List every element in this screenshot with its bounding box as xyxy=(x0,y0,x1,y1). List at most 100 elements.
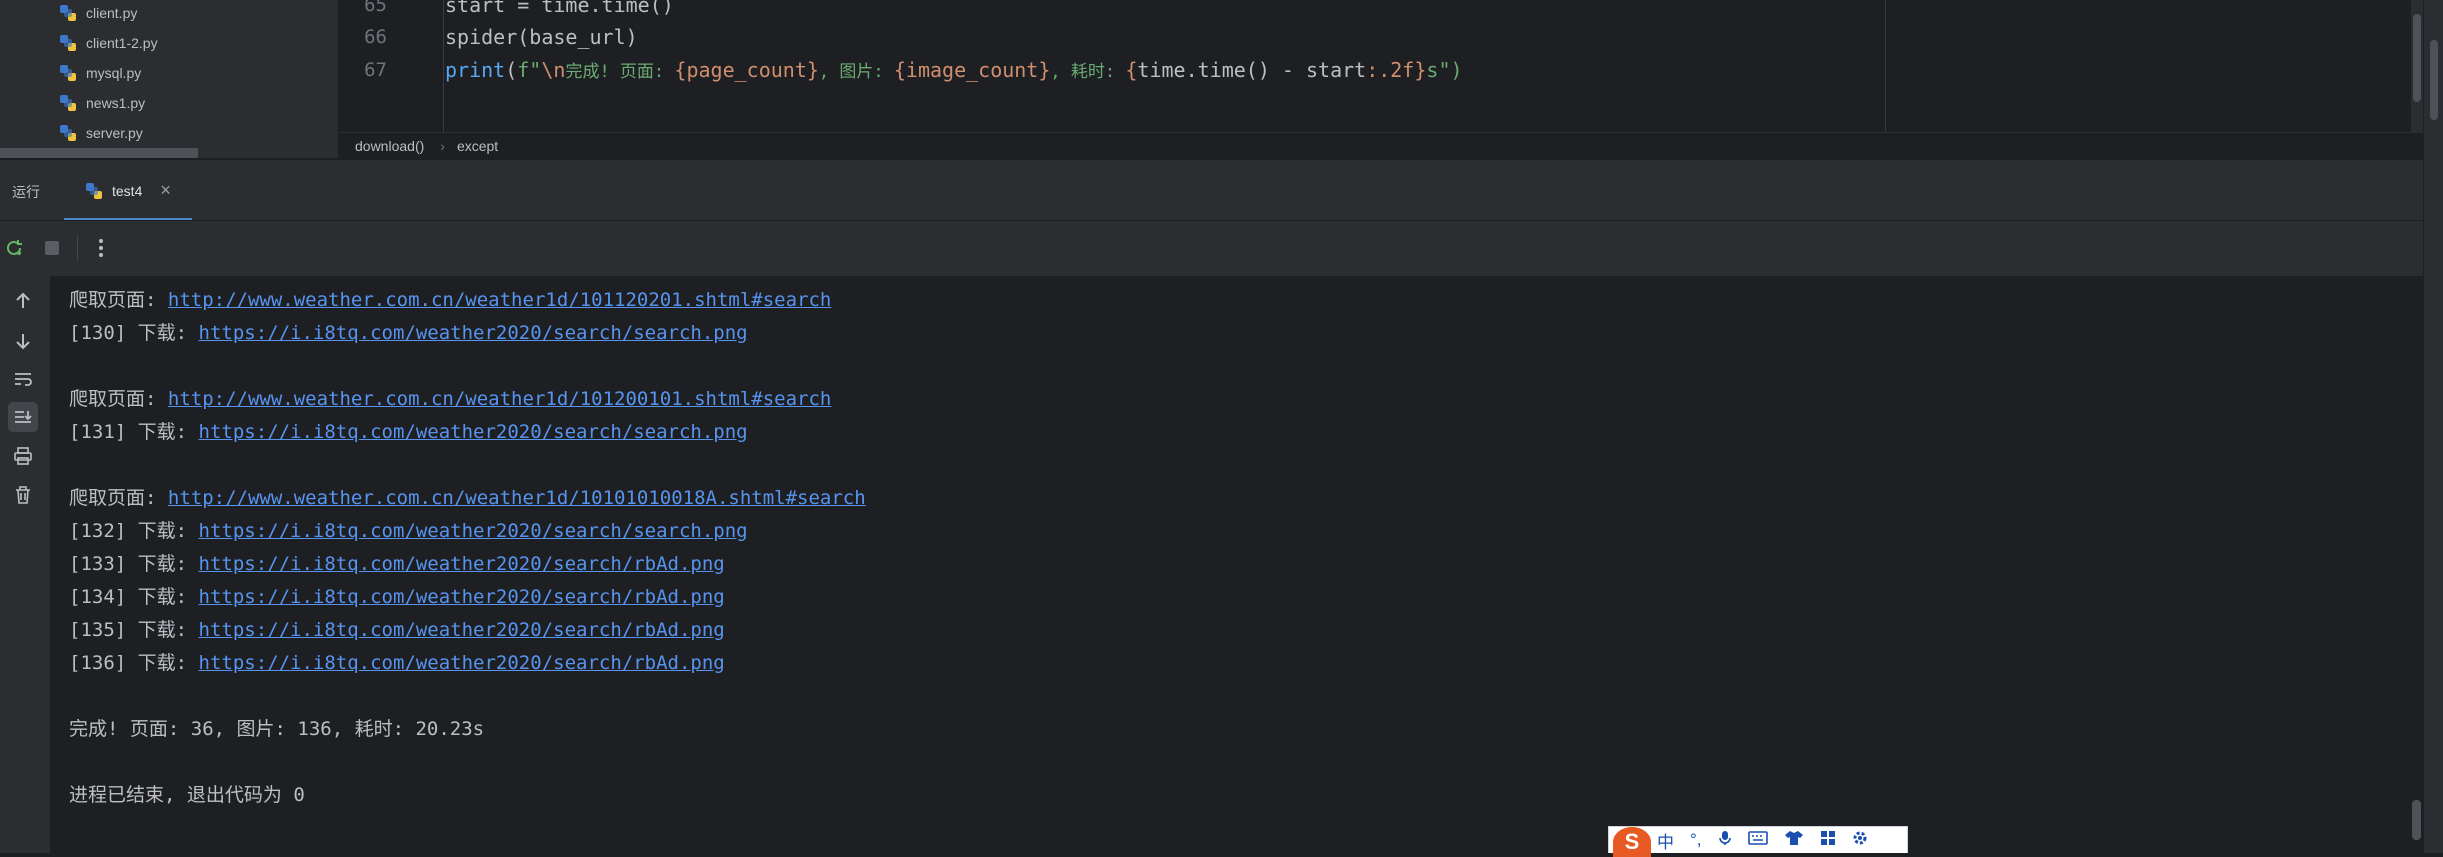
code-token: {page_count} xyxy=(674,58,819,82)
rerun-button[interactable] xyxy=(1,235,27,261)
console-link[interactable]: http://www.weather.com.cn/weather1d/1012… xyxy=(168,388,831,410)
ime-toolbar: S 中 °, xyxy=(1608,826,1908,857)
tree-file-client[interactable]: client.py xyxy=(58,0,137,28)
arrow-up-icon xyxy=(16,292,30,308)
breadcrumb-item[interactable]: download() xyxy=(355,138,424,154)
console-line: 爬取页面: http://www.weather.com.cn/weather1… xyxy=(69,385,831,413)
python-file-icon xyxy=(60,125,76,141)
more-vertical-icon xyxy=(99,239,103,257)
scroll-down-button[interactable] xyxy=(8,326,38,356)
run-panel-header: 运行 test4 × xyxy=(0,159,2423,221)
close-icon[interactable]: × xyxy=(160,180,171,201)
console-line: [136] 下载: https://i.i8tq.com/weather2020… xyxy=(69,649,725,677)
python-file-icon xyxy=(60,35,76,51)
console-link[interactable]: http://www.weather.com.cn/weather1d/1011… xyxy=(168,289,831,311)
code-token: s") xyxy=(1426,58,1463,82)
tree-horizontal-scrollbar[interactable] xyxy=(0,148,198,158)
code-token: { xyxy=(1125,58,1138,82)
keyboard-icon[interactable] xyxy=(1747,830,1768,850)
console-prefix: [134] 下载: xyxy=(69,586,199,608)
console-prefix: [131] 下载: xyxy=(69,421,199,443)
console-vertical-scrollbar[interactable] xyxy=(2410,276,2423,843)
stop-button[interactable] xyxy=(39,235,65,261)
gear-icon[interactable] xyxy=(1852,830,1868,851)
breadcrumb: download() › except xyxy=(339,132,2423,159)
run-tab-test4[interactable]: test4 × xyxy=(64,160,192,221)
scroll-up-button[interactable] xyxy=(8,286,38,316)
console-prefix: [130] 下载: xyxy=(69,322,199,344)
stop-icon xyxy=(45,241,59,255)
console-line: 爬取页面: http://www.weather.com.cn/weather1… xyxy=(69,484,866,512)
trash-icon xyxy=(16,486,30,504)
tree-file-label: server.py xyxy=(86,125,143,141)
toolbar-divider xyxy=(77,235,78,261)
more-options-button[interactable] xyxy=(88,235,114,261)
console-link[interactable]: https://i.i8tq.com/weather2020/search/rb… xyxy=(199,586,725,608)
console-prefix: [136] 下载: xyxy=(69,652,199,674)
project-tree: client.py client1-2.py mysql.py news1.py… xyxy=(0,0,339,158)
console-link[interactable]: https://i.i8tq.com/weather2020/search/se… xyxy=(199,520,748,542)
code-token: \n xyxy=(541,58,566,82)
gutter-divider xyxy=(443,0,444,132)
editor-vertical-scrollbar[interactable] xyxy=(2411,0,2423,132)
console-line: [132] 下载: https://i.i8tq.com/weather2020… xyxy=(69,517,748,545)
code-editor[interactable]: 65 start = time.time() 66 spider(base_ur… xyxy=(339,0,2423,132)
breadcrumb-item[interactable]: except xyxy=(457,138,498,154)
console-link[interactable]: https://i.i8tq.com/weather2020/search/se… xyxy=(199,421,748,443)
print-button[interactable] xyxy=(8,441,38,471)
code-token: {image_count} xyxy=(893,58,1051,82)
print-icon xyxy=(14,447,32,465)
console-summary-line: 完成! 页面: 36, 图片: 136, 耗时: 20.23s xyxy=(69,718,485,740)
code-line[interactable]: spider(base_url) xyxy=(445,20,638,54)
console-link[interactable]: https://i.i8tq.com/weather2020/search/se… xyxy=(199,322,748,344)
code-token: :.2f} xyxy=(1366,58,1427,82)
scroll-to-end-icon xyxy=(15,411,32,423)
scroll-to-end-button[interactable] xyxy=(8,402,38,432)
python-run-icon xyxy=(86,182,102,199)
scrollbar-thumb[interactable] xyxy=(2413,14,2421,102)
soft-wrap-button[interactable] xyxy=(8,364,38,394)
ime-mode-toggle[interactable]: 中 xyxy=(1657,828,1674,853)
tree-file-news1[interactable]: news1.py xyxy=(58,88,145,118)
code-token: ( xyxy=(505,58,518,82)
scrollbar-thumb[interactable] xyxy=(2412,800,2421,840)
chevron-right-icon: › xyxy=(440,138,445,154)
tree-file-mysql[interactable]: mysql.py xyxy=(58,58,141,88)
console-link[interactable]: https://i.i8tq.com/weather2020/search/rb… xyxy=(199,619,725,641)
right-tool-strip xyxy=(2423,0,2443,853)
console-link[interactable]: http://www.weather.com.cn/weather1d/1010… xyxy=(168,487,866,509)
code-token: , 耗时: xyxy=(1050,62,1126,82)
code-token: f" xyxy=(517,58,542,82)
tree-file-server[interactable]: server.py xyxy=(58,118,143,148)
run-tab-label: test4 xyxy=(112,182,143,199)
code-token: print xyxy=(445,58,506,82)
mic-icon[interactable] xyxy=(1718,830,1732,851)
code-line[interactable]: start = time.time() xyxy=(445,0,674,22)
console-line: 爬取页面: http://www.weather.com.cn/weather1… xyxy=(69,286,831,314)
shirt-icon[interactable] xyxy=(1784,830,1804,851)
scrollbar-thumb[interactable] xyxy=(2430,40,2438,120)
python-file-icon xyxy=(60,65,76,81)
grid-icon[interactable] xyxy=(1820,830,1836,851)
tree-file-client1-2[interactable]: client1-2.py xyxy=(58,28,158,58)
code-token: , 图片: xyxy=(818,62,894,82)
arrow-down-icon xyxy=(16,334,30,350)
ime-punctuation-toggle[interactable]: °, xyxy=(1690,830,1702,850)
line-number: 67 xyxy=(364,59,387,81)
console-side-toolbar xyxy=(0,276,51,853)
tree-file-label: client.py xyxy=(86,5,138,21)
console-line: [133] 下载: https://i.i8tq.com/weather2020… xyxy=(69,550,725,578)
console-output[interactable]: 爬取页面: http://www.weather.com.cn/weather1… xyxy=(51,276,2423,843)
right-margin-guide xyxy=(1885,0,1886,132)
python-file-icon xyxy=(60,95,76,111)
rerun-icon xyxy=(7,240,22,255)
console-link[interactable]: https://i.i8tq.com/weather2020/search/rb… xyxy=(199,553,725,575)
clear-all-button[interactable] xyxy=(8,480,38,510)
code-line[interactable]: print(f"\n完成! 页面: {page_count}, 图片: {ima… xyxy=(445,53,1463,89)
line-number: 65 xyxy=(364,0,387,16)
console-link[interactable]: https://i.i8tq.com/weather2020/search/rb… xyxy=(199,652,725,674)
console-prefix: [133] 下载: xyxy=(69,553,199,575)
run-panel-title: 运行 xyxy=(12,184,40,200)
python-file-icon xyxy=(60,5,76,21)
run-toolbar xyxy=(0,220,2423,276)
